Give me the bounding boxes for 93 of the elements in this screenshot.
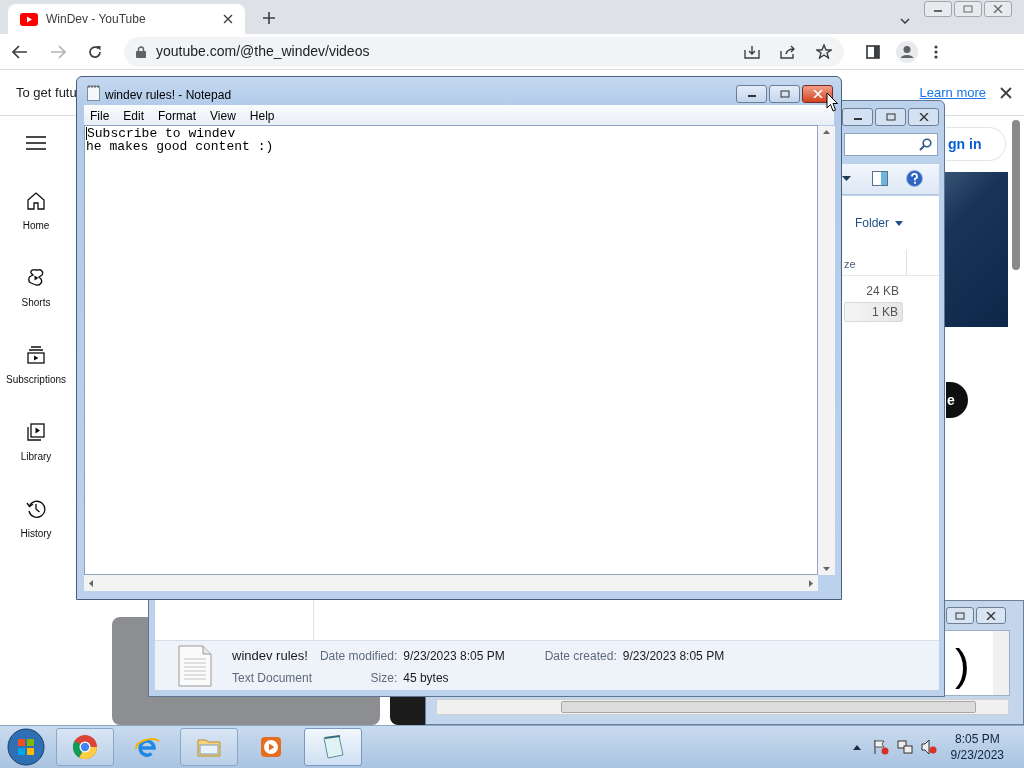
close-icon [812,90,823,98]
menu-icon[interactable] [934,44,938,59]
preview-pane-icon[interactable] [872,171,888,186]
close-icon [918,113,929,121]
file-type: Text Document [232,669,314,687]
sidebar-item[interactable]: Home [0,190,72,233]
close-button[interactable] [984,1,1012,17]
download-icon[interactable] [744,44,760,59]
file-name: windev rules! [232,647,308,665]
star-icon[interactable] [816,44,832,59]
minimize-button[interactable] [736,85,767,103]
close-icon [986,611,996,620]
menu-item[interactable]: Edit [117,107,151,125]
file-size-cell[interactable]: 1 KB [844,302,903,322]
maximize-icon [885,113,896,121]
search-field[interactable] [844,133,938,156]
sidebar-item[interactable]: Library [0,421,72,464]
maximize-icon [955,611,965,620]
vertical-scrollbar[interactable] [993,631,1009,695]
file-size-cell[interactable]: 24 KB [844,281,903,301]
clock-date[interactable]: 9/23/2023 [950,747,1004,763]
text-line: he makes good content :) [86,140,275,153]
sidebar-item[interactable]: Shorts [0,267,72,310]
address-bar[interactable]: youtube.com/@the_windev/videos [124,36,844,67]
caret-icon [895,220,903,226]
back-icon[interactable] [12,44,28,59]
field-value: 9/23/2023 8:05 PM [403,648,505,665]
field-value: 45 bytes [403,669,450,687]
field-label: Date modified: [319,648,398,665]
notepad-icon [87,85,100,101]
menu-item[interactable]: Format [152,107,203,125]
clock-time[interactable]: 8:05 PM [954,731,1000,747]
taskbar-app-button[interactable] [56,728,114,766]
help-icon[interactable] [906,170,923,187]
close-icon[interactable] [223,14,233,24]
sidebar-item[interactable]: Subscriptions [0,344,72,387]
browser-tab[interactable]: WinDev - YouTube [8,4,245,34]
learn-more-link[interactable]: Learn more [919,82,986,103]
text-line: Subscribe to windev [86,127,817,140]
reload-icon[interactable] [88,44,102,59]
scroll-left-icon [89,579,93,587]
text-document-icon [178,645,212,687]
start-button-icon[interactable] [6,727,46,767]
field-value: 9/23/2023 8:05 PM [622,648,725,665]
muted-speaker-icon[interactable] [920,739,937,755]
close-icon[interactable] [1000,86,1012,99]
scroll-right-icon [809,579,813,587]
text-area[interactable]: Subscribe to windev he makes good content :) [84,125,818,575]
side-panel-icon[interactable] [866,44,880,59]
taskbar-app-button[interactable] [304,728,362,766]
field-label: Date created: [544,648,617,665]
share-icon[interactable] [780,44,796,59]
close-button[interactable] [908,108,939,126]
action-center-flag-icon[interactable] [872,739,889,755]
lock-icon [136,45,146,58]
field-label: Size: [369,669,398,687]
view-dropdown-button[interactable]: Folder [855,214,903,232]
close-icon [993,5,1003,13]
youtube-logo-icon [20,12,38,26]
vertical-scrollbar[interactable] [818,126,835,575]
home-icon [25,190,47,212]
new-tab-icon[interactable] [263,12,275,24]
minimize-button[interactable] [842,108,873,126]
subscribe-button[interactable]: e [946,382,968,418]
menu-item[interactable]: Help [243,107,281,125]
chrome-icon [71,733,99,761]
maximize-icon [963,5,973,13]
scroll-up-icon [823,130,830,134]
caret-icon[interactable] [842,176,851,181]
horizontal-scrollbar[interactable] [84,575,818,591]
search-icon [919,138,932,151]
history-icon [25,498,47,520]
mouse-pointer-icon [826,92,838,112]
horizontal-scrollbar[interactable] [436,699,1009,715]
menu-item[interactable]: View [204,107,242,125]
scroll-down-icon [823,567,830,571]
maximize-icon [779,90,790,98]
show-hidden-icons-icon[interactable] [852,744,861,750]
document-text: ) [955,640,970,690]
sidebar-item[interactable]: History [0,498,72,541]
tab-search-caret-icon[interactable] [900,18,910,24]
menu-item[interactable]: File [84,107,116,125]
scrollbar-thumb[interactable] [561,701,976,713]
close-button[interactable] [976,607,1006,624]
library-icon [25,421,47,443]
hamburger-menu-icon[interactable] [26,136,46,150]
minimize-button[interactable] [924,1,952,17]
network-icon[interactable] [896,739,913,755]
column-header[interactable]: ze [844,256,856,273]
window-title: windev rules! - Notepad [105,87,232,104]
infobar-text: To get futu [16,83,77,102]
profile-avatar-icon[interactable] [896,40,918,63]
subscriptions-icon [25,344,47,366]
